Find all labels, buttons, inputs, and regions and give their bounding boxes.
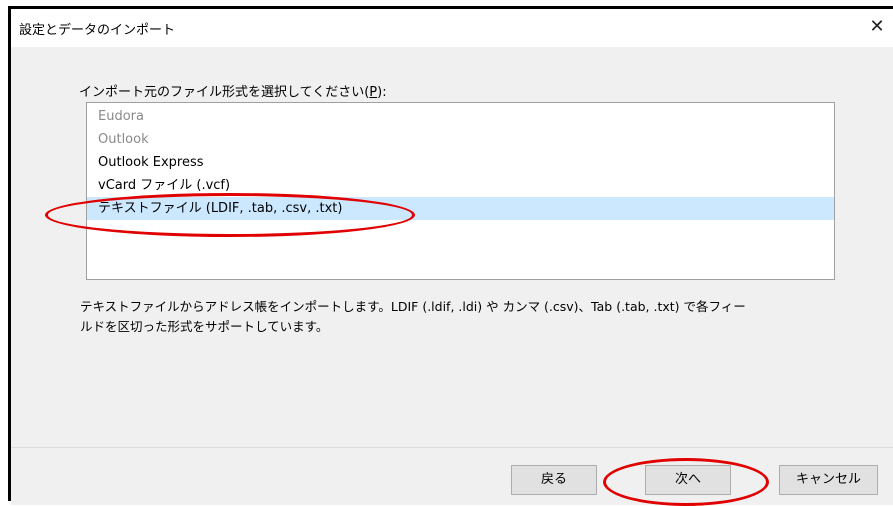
list-item-text-file[interactable]: テキストファイル (LDIF, .tab, .csv, .txt) bbox=[87, 197, 834, 220]
list-item-vcard[interactable]: vCard ファイル (.vcf) bbox=[87, 174, 834, 197]
cancel-button[interactable]: キャンセル bbox=[779, 465, 878, 495]
list-item-outlook[interactable]: Outlook bbox=[87, 128, 834, 151]
next-button[interactable]: 次へ bbox=[645, 465, 731, 495]
back-button[interactable]: 戻る bbox=[511, 465, 597, 495]
file-format-listbox[interactable]: Eudora Outlook Outlook Express vCard ファイ… bbox=[86, 102, 835, 280]
close-icon[interactable]: ✕ bbox=[865, 15, 889, 39]
import-dialog: 設定とデータのインポート ✕ インポート元のファイル形式を選択してください(P)… bbox=[8, 6, 893, 505]
list-item-eudora[interactable]: Eudora bbox=[87, 105, 834, 128]
description-line-1: テキストファイルからアドレス帳をインポートします。LDIF (.ldif, .l… bbox=[80, 299, 746, 314]
format-description: テキストファイルからアドレス帳をインポートします。LDIF (.ldif, .l… bbox=[80, 297, 840, 337]
title-bar: 設定とデータのインポート ✕ bbox=[11, 9, 893, 47]
dialog-content: インポート元のファイル形式を選択してください(P): Eudora Outloo… bbox=[11, 47, 893, 447]
list-item-outlook-express[interactable]: Outlook Express bbox=[87, 151, 834, 174]
accelerator-key: P bbox=[369, 85, 378, 100]
format-prompt-label: インポート元のファイル形式を選択してください(P): bbox=[79, 85, 387, 100]
window-title: 設定とデータのインポート bbox=[19, 23, 176, 38]
description-line-2: ルドを区切った形式をサポートしています。 bbox=[80, 319, 329, 334]
button-bar: 戻る 次へ キャンセル bbox=[11, 447, 893, 505]
